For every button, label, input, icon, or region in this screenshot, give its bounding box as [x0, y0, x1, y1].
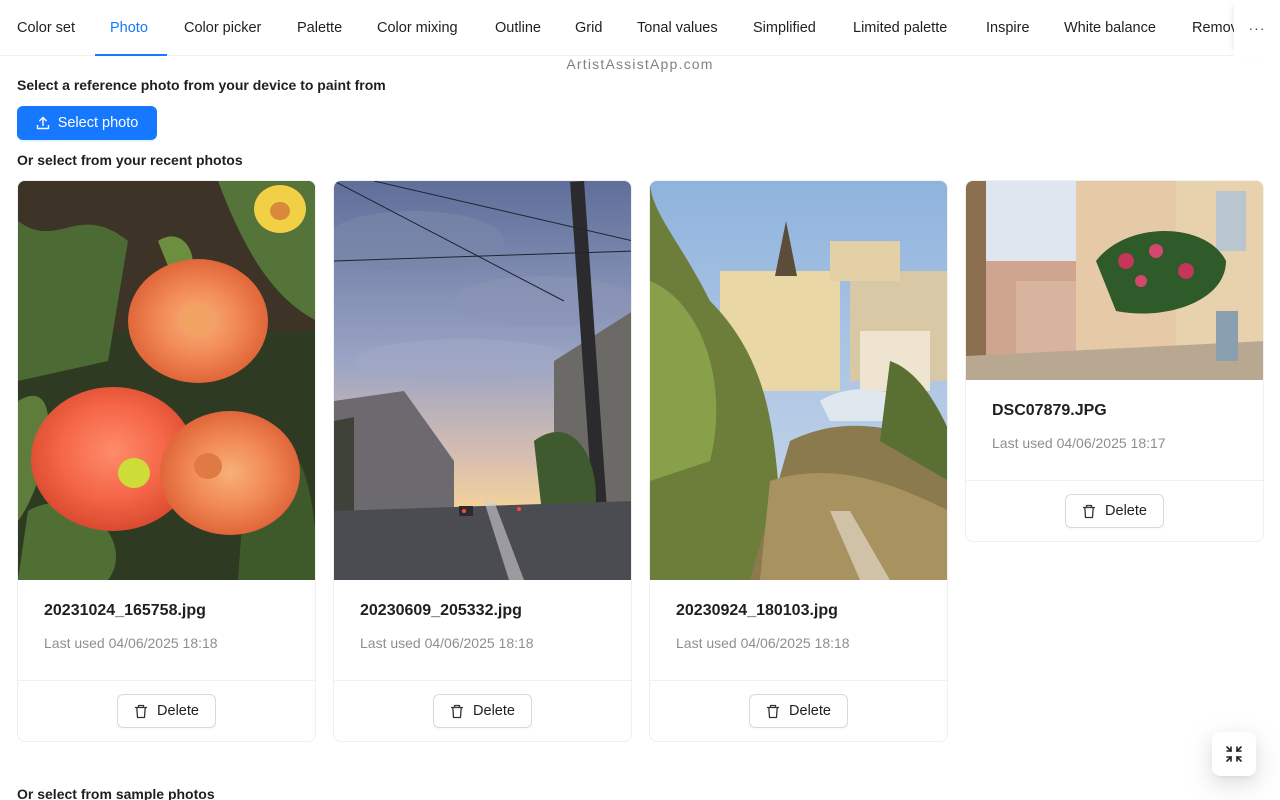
card-actions: Delete: [650, 680, 947, 741]
upload-icon: [36, 116, 49, 130]
tab-tonal-values[interactable]: Tonal values: [637, 0, 718, 56]
delete-label: Delete: [157, 703, 199, 719]
tab-color-mixing[interactable]: Color mixing: [377, 0, 458, 56]
trash-icon: [767, 704, 780, 718]
old-town-photo: [650, 181, 947, 580]
card-body: 20230609_205332.jpg Last used 04/06/2025…: [334, 580, 631, 651]
delete-button[interactable]: Delete: [749, 694, 848, 728]
last-used-text: Last used 04/06/2025 18:18: [676, 635, 850, 651]
select-photo-heading: Select a reference photo from your devic…: [17, 77, 386, 93]
street-photo: [334, 181, 631, 580]
dahlia-photo: [18, 181, 315, 580]
tab-remove[interactable]: Remov: [1192, 0, 1234, 56]
select-photo-button[interactable]: Select photo: [17, 106, 157, 140]
recent-photo-card[interactable]: 20231024_165758.jpg Last used 04/06/2025…: [17, 180, 316, 742]
delete-label: Delete: [789, 703, 831, 719]
photo-thumbnail[interactable]: [966, 181, 1263, 380]
select-photo-label: Select photo: [57, 115, 139, 131]
more-tabs-button[interactable]: ···: [1234, 0, 1280, 56]
delete-button[interactable]: Delete: [433, 694, 532, 728]
card-actions: Delete: [334, 680, 631, 741]
card-actions: Delete: [18, 680, 315, 741]
balcony-street-photo: [966, 181, 1263, 380]
tab-color-picker[interactable]: Color picker: [184, 0, 261, 56]
recent-photo-card[interactable]: DSC07879.JPG Last used 04/06/2025 18:17 …: [965, 180, 1264, 542]
recent-photo-card[interactable]: 20230924_180103.jpg Last used 04/06/2025…: [649, 180, 948, 742]
recent-photos-heading: Or select from your recent photos: [17, 152, 243, 168]
tab-photo[interactable]: Photo: [110, 0, 148, 56]
photo-thumbnail[interactable]: [18, 181, 315, 580]
watermark: ArtistAssistApp.com: [566, 56, 714, 72]
photo-filename: 20230609_205332.jpg: [360, 602, 522, 619]
tab-simplified[interactable]: Simplified: [753, 0, 816, 56]
ellipsis-icon: ···: [1248, 20, 1266, 36]
card-body: DSC07879.JPG Last used 04/06/2025 18:17: [966, 380, 1263, 451]
photo-filename: 20231024_165758.jpg: [44, 602, 206, 619]
photo-thumbnail[interactable]: [334, 181, 631, 580]
last-used-text: Last used 04/06/2025 18:17: [992, 435, 1166, 451]
card-body: 20230924_180103.jpg Last used 04/06/2025…: [650, 580, 947, 651]
tab-bar: Color set Photo Color picker Palette Col…: [0, 0, 1280, 56]
photo-thumbnail[interactable]: [650, 181, 947, 580]
exit-fullscreen-button[interactable]: [1212, 732, 1256, 776]
exit-fullscreen-icon: [1226, 746, 1242, 762]
tab-inspire[interactable]: Inspire: [986, 0, 1030, 56]
photo-filename: DSC07879.JPG: [992, 402, 1107, 419]
last-used-text: Last used 04/06/2025 18:18: [44, 635, 218, 651]
photo-filename: 20230924_180103.jpg: [676, 602, 838, 619]
card-body: 20231024_165758.jpg Last used 04/06/2025…: [18, 580, 315, 651]
delete-label: Delete: [1105, 503, 1147, 519]
tab-list: Color set Photo Color picker Palette Col…: [0, 0, 1234, 56]
tab-outline[interactable]: Outline: [495, 0, 541, 56]
trash-icon: [135, 704, 148, 718]
trash-icon: [1083, 504, 1096, 518]
delete-label: Delete: [473, 703, 515, 719]
card-actions: Delete: [966, 480, 1263, 541]
tab-grid[interactable]: Grid: [575, 0, 602, 56]
delete-button[interactable]: Delete: [117, 694, 216, 728]
trash-icon: [451, 704, 464, 718]
recent-photo-card[interactable]: 20230609_205332.jpg Last used 04/06/2025…: [333, 180, 632, 742]
sample-photos-heading: Or select from sample photos: [17, 786, 215, 800]
tab-white-balance[interactable]: White balance: [1064, 0, 1156, 56]
tab-limited-palette[interactable]: Limited palette: [853, 0, 947, 56]
delete-button[interactable]: Delete: [1065, 494, 1164, 528]
last-used-text: Last used 04/06/2025 18:18: [360, 635, 534, 651]
tab-palette[interactable]: Palette: [297, 0, 342, 56]
tab-color-set[interactable]: Color set: [17, 0, 75, 56]
